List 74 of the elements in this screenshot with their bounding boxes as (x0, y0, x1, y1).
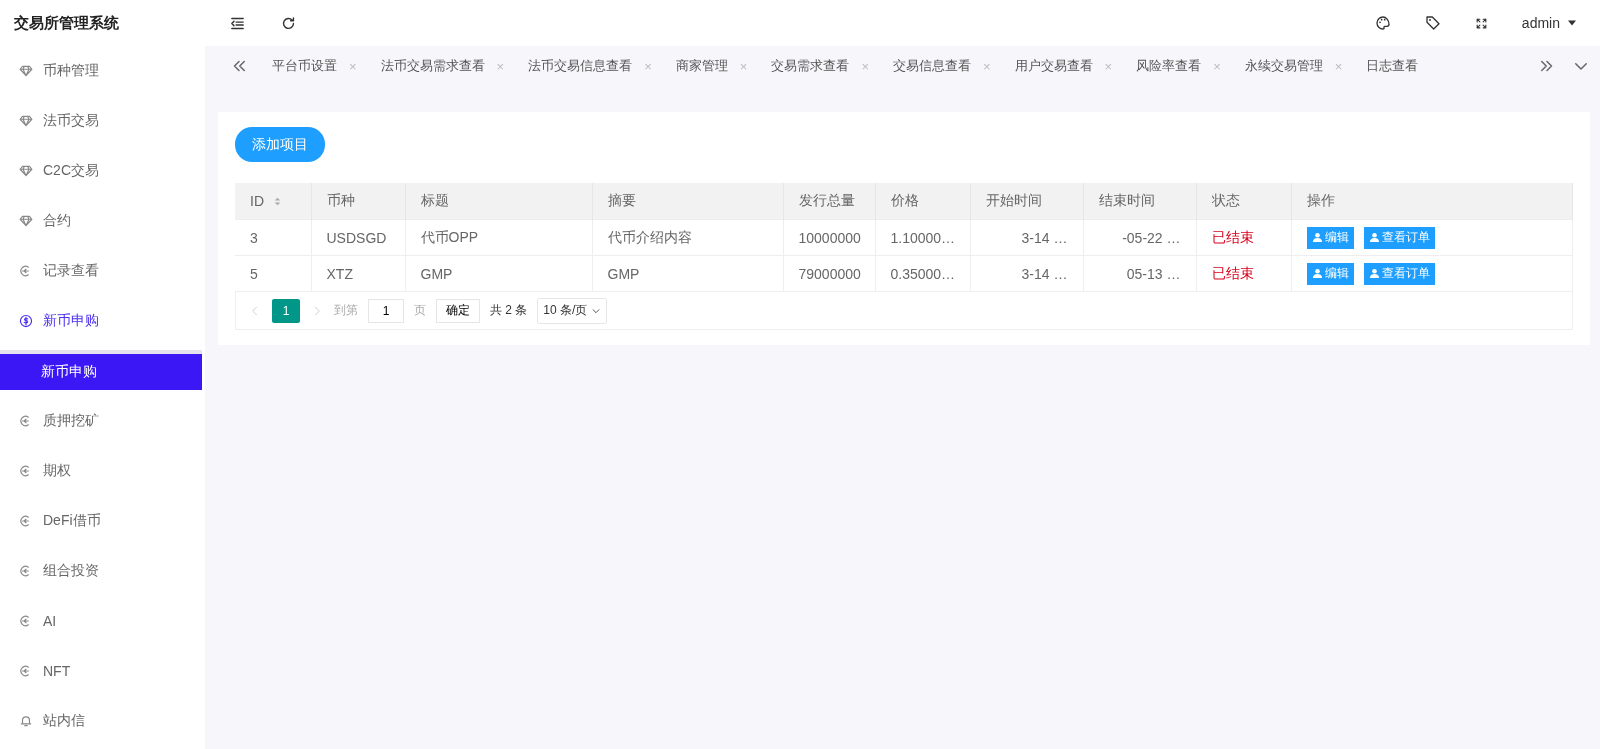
table-cell: 1.10000… (875, 219, 970, 256)
tag-icon[interactable] (1424, 15, 1441, 31)
diamond-icon (19, 214, 33, 228)
sidebar-item[interactable]: 记录查看 (0, 246, 205, 296)
table-cell: GMP (592, 255, 783, 291)
page-input[interactable]: 1 (368, 298, 404, 323)
tab[interactable]: 法币交易信息查看 (528, 57, 633, 75)
sidebar-item[interactable]: C2C交易 (0, 146, 205, 196)
sidebar-item[interactable]: 法币交易 (0, 96, 205, 146)
refresh-icon[interactable] (280, 14, 297, 32)
tab[interactable]: 法币交易需求查看 (380, 57, 485, 75)
fullscreen-icon[interactable] (1474, 16, 1488, 30)
diamond-icon (19, 164, 33, 178)
sidebar-item[interactable]: 组合投资 (0, 546, 205, 596)
sidebar-item[interactable]: 期权 (0, 446, 205, 496)
column-header: 标题 (405, 183, 592, 220)
user-icon (1311, 232, 1323, 243)
tab[interactable]: 商家管理 (675, 57, 728, 75)
page-size-select[interactable]: 10 条/页 (537, 297, 608, 324)
sidebar-item[interactable]: 新币申购 (0, 296, 205, 346)
confirm-button[interactable]: 确定 (436, 298, 480, 323)
sidebar-item[interactable]: 质押挖矿 (0, 396, 205, 446)
tab[interactable]: 用户交易查看 (1014, 57, 1093, 75)
total-count: 共 2 条 (490, 302, 528, 319)
table-cell: GMP (405, 255, 592, 291)
table-cell: 代币介绍内容 (592, 219, 783, 256)
status-text: 已结束 (1211, 228, 1254, 245)
column-header: 摘要 (592, 183, 783, 220)
table-cell: USDSGD (311, 219, 405, 256)
tab[interactable]: 交易需求查看 (771, 57, 850, 75)
column-header: 币种 (311, 183, 405, 220)
column-header: 价格 (875, 183, 970, 220)
diamond-icon (19, 64, 33, 78)
table-cell: 5 (235, 255, 311, 291)
table-cell: 79000000 (783, 255, 875, 291)
user-icon (1368, 232, 1380, 243)
table-cell: 3 (235, 219, 311, 256)
sidebar-item[interactable]: 站内信 (0, 696, 205, 746)
column-header: 发行总量 (783, 183, 875, 220)
dollar-icon (19, 314, 33, 328)
column-header[interactable]: ID (235, 183, 311, 220)
diamond-icon (19, 114, 33, 128)
sidebar-item[interactable]: 合约 (0, 196, 205, 246)
app-title: 交易所管理系统 (14, 13, 119, 33)
column-header: 结束时间 (1083, 183, 1196, 220)
table-cell: -05-22 … (1083, 219, 1196, 256)
table-cell: 05-13 … (1083, 255, 1196, 291)
user-icon (1311, 268, 1323, 279)
sidebar-item[interactable]: AI (0, 596, 205, 646)
tab[interactable]: 交易信息查看 (892, 57, 971, 75)
table-cell: 0.35000… (875, 255, 970, 291)
sidebar-item[interactable]: 币种管理 (0, 46, 205, 96)
tab[interactable]: 日志查看 (1366, 57, 1419, 75)
column-header: 状态 (1196, 183, 1291, 220)
user-icon (1368, 268, 1380, 279)
sidebar-item[interactable]: DeFi借币 (0, 496, 205, 546)
sidebar-item[interactable]: NFT (0, 646, 205, 696)
table-cell: XTZ (311, 255, 405, 291)
user-menu[interactable]: admin (1521, 15, 1578, 31)
tab[interactable]: 风险率查看 (1136, 57, 1202, 75)
column-header: 开始时间 (970, 183, 1083, 220)
column-header: 操作 (1291, 183, 1573, 220)
page-unit: 页 (414, 302, 426, 319)
goto-label: 到第 (334, 302, 358, 319)
bell-icon (19, 714, 33, 728)
tab[interactable]: 平台币设置 (272, 57, 337, 75)
table-cell: 3-14 … (970, 255, 1083, 291)
status-text: 已结束 (1211, 264, 1254, 281)
table-cell: 3-14 … (970, 219, 1083, 256)
table-cell: 10000000 (783, 219, 875, 256)
page-number[interactable]: 1 (272, 298, 300, 323)
palette-icon[interactable] (1374, 15, 1391, 31)
table-cell: 代币OPP (405, 219, 592, 256)
tab[interactable]: 永续交易管理 (1244, 57, 1323, 75)
